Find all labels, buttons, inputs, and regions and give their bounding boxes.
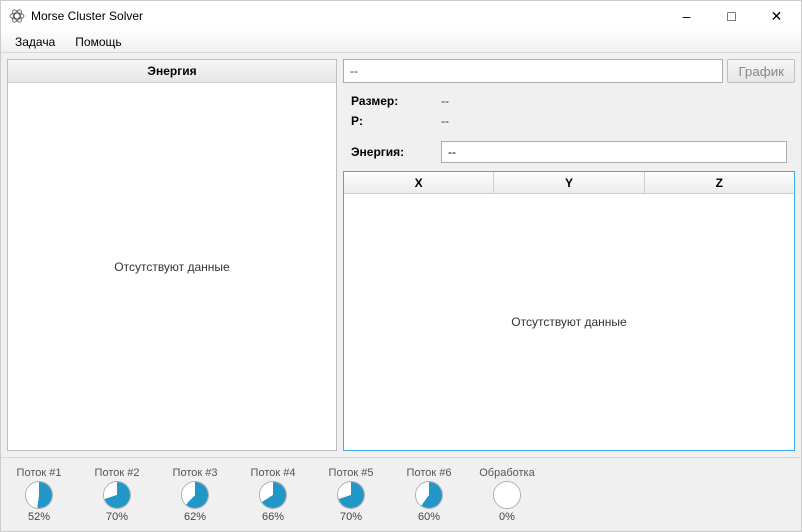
thread-percent: 60%: [418, 511, 440, 523]
thread-percent: 52%: [28, 511, 50, 523]
thread-pie-icon: [493, 481, 521, 509]
table-empty: Отсутствуют данные: [344, 194, 794, 450]
col-z[interactable]: Z: [645, 172, 794, 193]
size-label: Размер:: [351, 94, 441, 108]
thread-label: Поток #4: [251, 467, 296, 479]
energy-panel-header: Энергия: [8, 60, 336, 83]
thread-6: Обработка 0%: [477, 467, 537, 523]
p-value: --: [441, 114, 449, 128]
thread-pie-icon: [181, 481, 209, 509]
titlebar: Morse Cluster Solver – □ ✕: [1, 1, 801, 31]
thread-label: Поток #2: [95, 467, 140, 479]
table-header: X Y Z: [344, 172, 794, 194]
thread-pie-icon: [25, 481, 53, 509]
col-y[interactable]: Y: [494, 172, 644, 193]
thread-label: Поток #5: [329, 467, 374, 479]
energy-input-row: Энергия:: [343, 139, 795, 165]
app-icon: [9, 8, 25, 24]
content-area: Энергия Отсутствуют данные График Размер…: [1, 53, 801, 457]
threads-footer: Поток #152%Поток #270%Поток #362%Поток #…: [1, 457, 801, 531]
energy-input[interactable]: [441, 141, 787, 163]
thread-1: Поток #2 70%: [87, 467, 147, 523]
maximize-button[interactable]: □: [709, 1, 754, 31]
graph-button[interactable]: График: [727, 59, 795, 83]
size-row: Размер: --: [351, 91, 787, 111]
thread-label: Поток #3: [173, 467, 218, 479]
coords-table: X Y Z Отсутствуют данные: [343, 171, 795, 451]
thread-4: Поток #5 70%: [321, 467, 381, 523]
thread-label: Поток #6: [407, 467, 452, 479]
menu-help[interactable]: Помощь: [65, 31, 131, 52]
thread-percent: 70%: [340, 511, 362, 523]
p-row: P: --: [351, 111, 787, 131]
thread-3: Поток #4 66%: [243, 467, 303, 523]
thread-percent: 70%: [106, 511, 128, 523]
thread-label: Обработка: [479, 467, 534, 479]
energy-panel-empty: Отсутствуют данные: [8, 83, 336, 450]
thread-pie-icon: [103, 481, 131, 509]
menubar: Задача Помощь: [1, 31, 801, 53]
p-label: P:: [351, 114, 441, 128]
col-x[interactable]: X: [344, 172, 494, 193]
energy-label: Энергия:: [351, 145, 435, 159]
energy-panel: Энергия Отсутствуют данные: [7, 59, 337, 451]
thread-pie-icon: [415, 481, 443, 509]
info-block: Размер: -- P: --: [343, 89, 795, 133]
thread-pie-icon: [259, 481, 287, 509]
thread-5: Поток #6 60%: [399, 467, 459, 523]
name-input[interactable]: [343, 59, 723, 83]
window-title: Morse Cluster Solver: [31, 9, 664, 23]
close-button[interactable]: ✕: [754, 1, 799, 31]
thread-percent: 66%: [262, 511, 284, 523]
thread-label: Поток #1: [17, 467, 62, 479]
thread-pie-icon: [337, 481, 365, 509]
menu-task[interactable]: Задача: [5, 31, 65, 52]
thread-percent: 0%: [499, 511, 515, 523]
thread-0: Поток #1 52%: [9, 467, 69, 523]
input-row: График: [343, 59, 795, 83]
minimize-button[interactable]: –: [664, 1, 709, 31]
thread-percent: 62%: [184, 511, 206, 523]
window-controls: – □ ✕: [664, 1, 799, 31]
thread-2: Поток #3 62%: [165, 467, 225, 523]
size-value: --: [441, 94, 449, 108]
details-panel: График Размер: -- P: -- Энергия: X Y Z О…: [343, 59, 795, 451]
